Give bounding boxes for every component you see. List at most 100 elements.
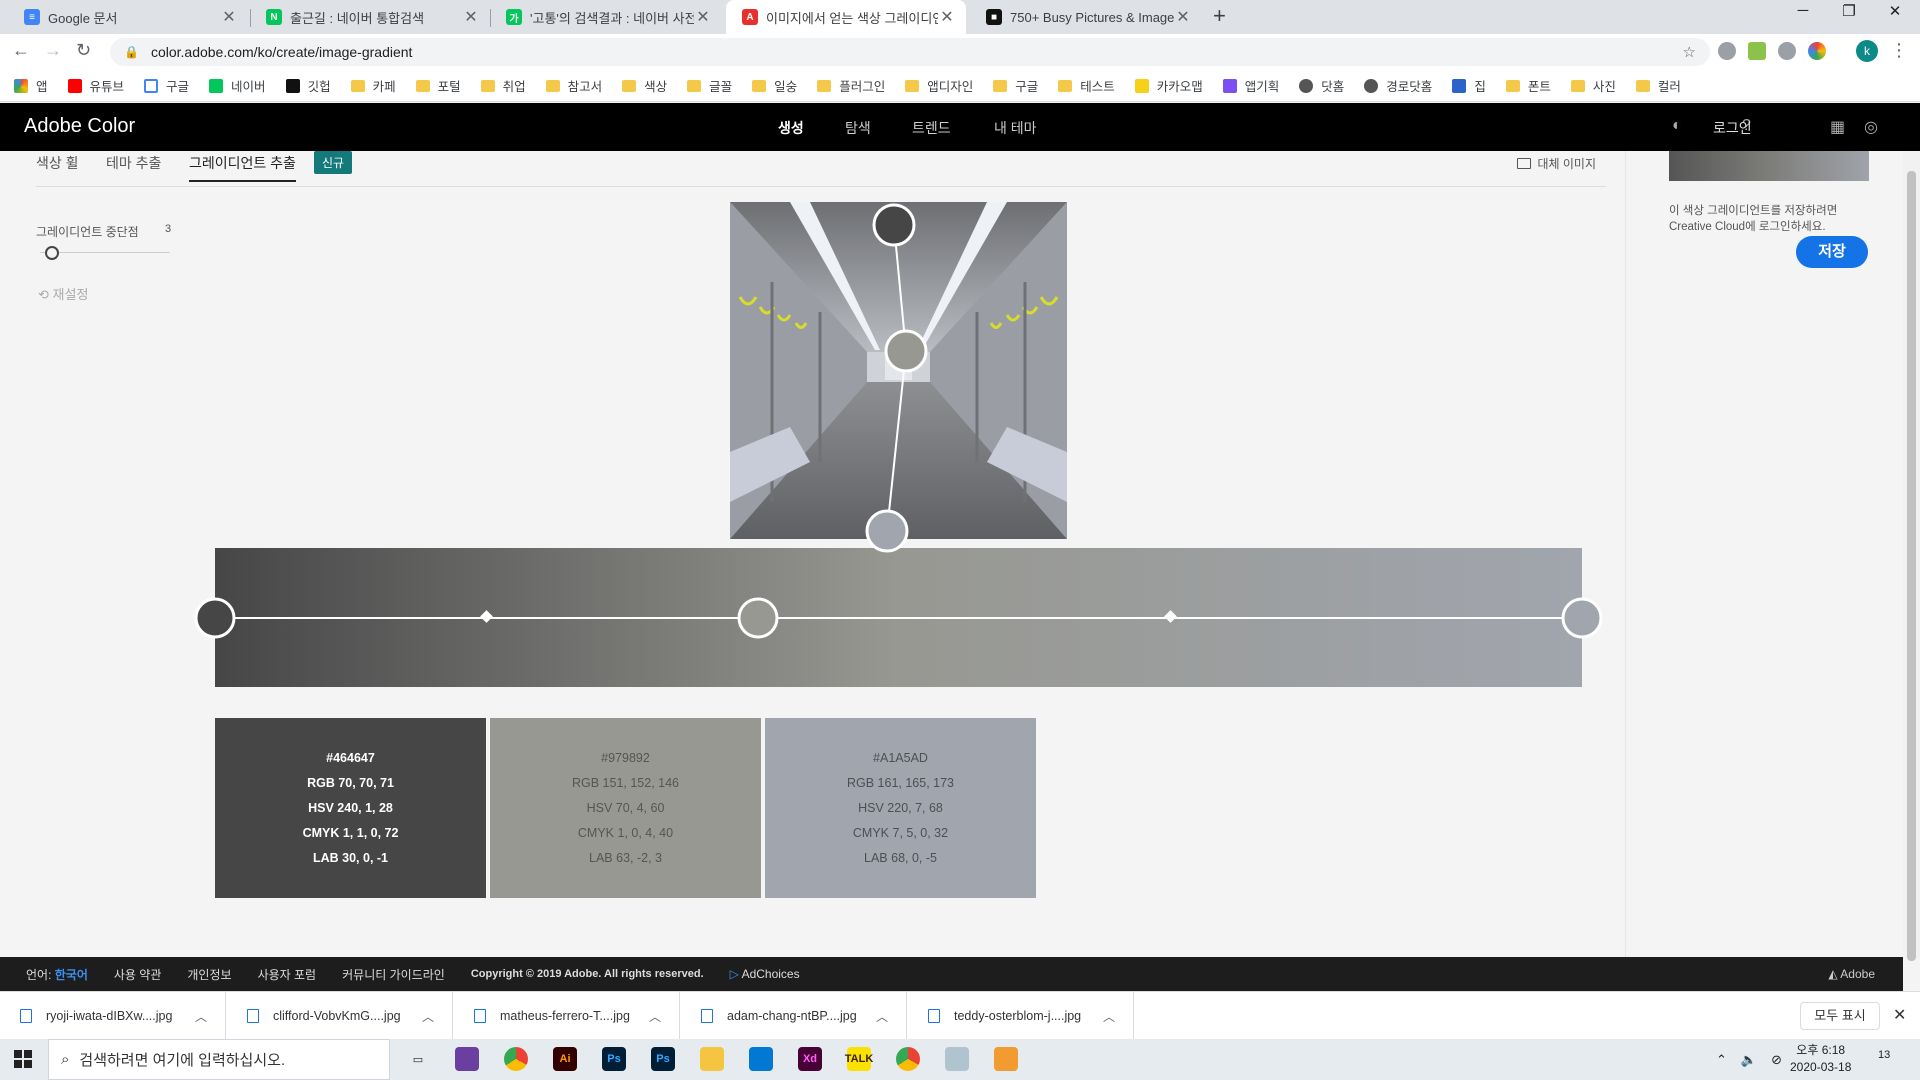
bookmark-folder[interactable]: 폰트 <box>1505 76 1551 95</box>
footer-link-forum[interactable]: 사용자 포럼 <box>258 966 317 983</box>
page-scrollbar[interactable] <box>1903 151 1920 961</box>
profile-avatar[interactable]: k <box>1856 40 1878 62</box>
close-icon[interactable]: ✕ <box>1174 7 1192 27</box>
tab-extract-gradient[interactable]: 그레이디언트 추출 <box>189 153 296 182</box>
vscode-icon[interactable] <box>749 1047 773 1071</box>
kakaotalk-icon[interactable]: TALK <box>845 1047 873 1071</box>
show-all-downloads-button[interactable]: 모두 표시 <box>1800 1002 1880 1030</box>
close-icon[interactable]: ✕ <box>694 7 712 27</box>
adchoices-link[interactable]: ▷ AdChoices <box>730 967 800 981</box>
browser-tab[interactable]: N 출근길 : 네이버 통합검색 ✕ <box>250 0 490 34</box>
extension-icon[interactable] <box>1778 42 1796 60</box>
color-swatch[interactable]: #464647 RGB 70, 70, 71 HSV 240, 1, 28 CM… <box>215 718 486 898</box>
chevron-up-icon[interactable]: ︿ <box>422 1008 434 1025</box>
bookmark-folder[interactable]: 플러그인 <box>817 76 885 95</box>
photoshop-2-icon[interactable]: Ps <box>651 1047 675 1071</box>
app-gray-icon[interactable] <box>945 1047 969 1071</box>
chrome-icon[interactable] <box>504 1047 528 1071</box>
color-extension-icon[interactable] <box>1808 42 1826 60</box>
bookmark-github[interactable]: 깃헙 <box>285 76 331 95</box>
nav-explore[interactable]: 탐색 <box>845 118 871 138</box>
app-purple-icon[interactable] <box>455 1047 479 1071</box>
browser-tab[interactable]: ≡ Google 문서 ✕ <box>8 0 248 34</box>
save-button[interactable]: 저장 <box>1796 236 1868 268</box>
adobe-logo[interactable]: ◭ Adobe <box>1828 967 1875 981</box>
windows-start-icon[interactable] <box>14 1050 32 1068</box>
download-item[interactable]: matheus-ferrero-T....jpg ︿ <box>454 992 680 1040</box>
bookmark-youtube[interactable]: 유튜브 <box>67 76 124 95</box>
bookmark-folder[interactable]: 일숭 <box>752 76 797 95</box>
apps-grid-icon[interactable]: ▦ <box>1830 117 1848 136</box>
nav-create[interactable]: 생성 <box>778 118 804 138</box>
reset-button[interactable]: ⟲ 재설정 <box>38 284 88 303</box>
browser-tab[interactable]: ■ 750+ Busy Pictures & Images [H ✕ <box>970 0 1202 34</box>
bookmark-globe[interactable]: 닷홈 <box>1299 76 1344 95</box>
address-bar[interactable]: 🔒 color.adobe.com/ko/create/image-gradie… <box>110 38 1710 66</box>
footer-link-guidelines[interactable]: 커뮤니티 가이드라인 <box>342 966 445 983</box>
close-icon[interactable]: ✕ <box>938 7 956 27</box>
bookmark-star-icon[interactable]: ☆ <box>1683 43 1696 61</box>
bookmark-folder[interactable]: 컬러 <box>1635 76 1681 95</box>
bookmark-folder[interactable]: 테스트 <box>1058 76 1115 95</box>
new-tab-button[interactable]: + <box>1213 3 1226 29</box>
contrast-icon[interactable]: ◐ <box>1672 117 1690 135</box>
bookmark-globe[interactable]: 경로닷홈 <box>1364 76 1432 95</box>
tab-extract-theme[interactable]: 테마 추출 <box>106 153 161 173</box>
login-link[interactable]: 로그인 <box>1713 118 1752 138</box>
gradient-stops-slider[interactable] <box>40 252 170 253</box>
bookmark-home[interactable]: 집 <box>1452 76 1486 95</box>
close-icon[interactable]: ✕ <box>462 7 480 27</box>
bookmark-folder[interactable]: 사진 <box>1570 76 1616 95</box>
restore-icon[interactable]: ❐ <box>1826 2 1872 20</box>
chevron-up-icon[interactable]: ︿ <box>649 1008 661 1025</box>
file-explorer-icon[interactable] <box>700 1047 724 1071</box>
taskbar-clock[interactable]: 오후 6:18 2020-03-18 <box>1790 1042 1851 1076</box>
close-window-icon[interactable]: ✕ <box>1872 2 1918 20</box>
back-icon[interactable]: ← <box>12 40 30 61</box>
nav-trends[interactable]: 트렌드 <box>912 118 951 138</box>
xd-icon[interactable]: Xd <box>798 1047 822 1071</box>
bookmark-folder[interactable]: 취업 <box>480 76 526 95</box>
network-icon[interactable]: ⊘ <box>1771 1052 1782 1068</box>
volume-icon[interactable]: 🔈 <box>1741 1052 1757 1068</box>
forward-icon[interactable]: → <box>44 40 62 61</box>
footer-link-privacy[interactable]: 개인정보 <box>187 966 231 983</box>
tab-color-wheel[interactable]: 색상 휠 <box>36 153 79 173</box>
close-icon[interactable]: ✕ <box>1893 1005 1906 1025</box>
color-swatch[interactable]: #979892 RGB 151, 152, 146 HSV 70, 4, 60 … <box>490 718 761 898</box>
bookmark-apps[interactable]: 앱 <box>14 76 48 95</box>
bookmark-folder[interactable]: 참고서 <box>545 76 602 95</box>
color-swatch[interactable]: #A1A5AD RGB 161, 165, 173 HSV 220, 7, 68… <box>765 718 1036 898</box>
tray-chevron-icon[interactable]: ⌃ <box>1716 1052 1727 1068</box>
minimize-icon[interactable]: ─ <box>1780 2 1826 19</box>
browser-tab[interactable]: 가 '고통'의 검색결과 : 네이버 사전 ✕ <box>490 0 722 34</box>
bookmark-folder[interactable]: 글꼴 <box>687 76 732 95</box>
illustrator-icon[interactable]: Ai <box>553 1047 577 1071</box>
bookmark-folder[interactable]: 포털 <box>415 76 461 95</box>
download-item[interactable]: ryoji-iwata-dIBXw....jpg ︿ <box>0 992 226 1040</box>
bookmark-folder[interactable]: 구글 <box>993 76 1038 95</box>
task-view-icon[interactable]: ▭ <box>406 1047 430 1071</box>
slider-handle[interactable] <box>45 246 59 260</box>
reload-icon[interactable]: ↻ <box>76 40 91 61</box>
photoshop-icon[interactable]: Ps <box>602 1047 626 1071</box>
chevron-up-icon[interactable]: ︿ <box>1103 1008 1115 1025</box>
download-item[interactable]: teddy-osterblom-j....jpg ︿ <box>908 992 1134 1040</box>
bookmark-naver[interactable]: 네이버 <box>209 76 266 95</box>
download-item[interactable]: adam-chang-ntBP....jpg ︿ <box>681 992 907 1040</box>
alternate-image-button[interactable]: 대체 이미지 <box>1517 155 1596 172</box>
footer-link-terms[interactable]: 사용 약관 <box>114 966 162 983</box>
bookmark-folder[interactable]: 카페 <box>350 76 396 95</box>
chevron-up-icon[interactable]: ︿ <box>876 1008 888 1025</box>
scrollbar-thumb[interactable] <box>1907 171 1916 961</box>
download-item[interactable]: clifford-VobvKmG....jpg ︿ <box>227 992 453 1040</box>
bookmark-google[interactable]: 구글 <box>144 76 189 95</box>
nav-my-themes[interactable]: 내 테마 <box>994 118 1037 138</box>
bookmark-map[interactable]: 카카오맵 <box>1134 76 1203 95</box>
browser-tab-active[interactable]: A 이미지에서 얻는 색상 그레이디언 ✕ <box>726 0 966 34</box>
creative-cloud-icon[interactable]: ◎ <box>1864 117 1882 136</box>
taskbar-search[interactable]: ⌕ 검색하려면 여기에 입력하십시오. <box>48 1039 390 1080</box>
extension-icon[interactable] <box>1718 42 1736 60</box>
bookmark-app[interactable]: 앱기획 <box>1222 76 1279 95</box>
chrome-2-icon[interactable] <box>896 1047 920 1071</box>
